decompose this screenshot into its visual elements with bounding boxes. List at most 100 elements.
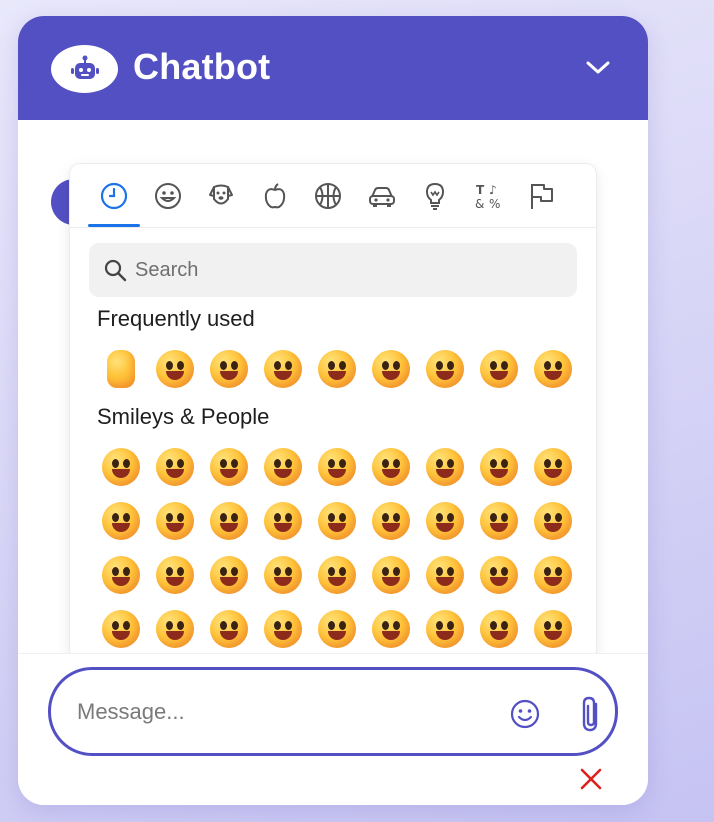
category-tab-food[interactable]: [255, 176, 295, 216]
kissing-face-icon: [102, 556, 140, 594]
emoji-search-input[interactable]: [135, 243, 565, 297]
face-peeking-eye-icon: [372, 610, 410, 648]
category-tab-activities[interactable]: [308, 176, 348, 216]
category-tab-travel[interactable]: [362, 176, 402, 216]
emoji-grinning-face-sweat[interactable]: [418, 342, 472, 396]
frequently-used-grid: [94, 342, 580, 396]
emoji-face-savoring-food[interactable]: [364, 548, 418, 602]
saluting-face-icon: [534, 610, 572, 648]
emoji-grinning-squinting-face[interactable]: [310, 342, 364, 396]
emoji-shushing-face[interactable]: [418, 602, 472, 656]
face-screaming-in-fear-icon: [534, 350, 572, 388]
emoji-category-bar: T ♪ & %: [70, 164, 596, 228]
thumbs-up-icon: [107, 350, 135, 388]
face-savoring-food-icon: [372, 556, 410, 594]
emoji-grinning-squinting-face[interactable]: [310, 440, 364, 494]
face-hand-over-mouth-icon: [264, 610, 302, 648]
emoji-thinking-face[interactable]: [472, 602, 526, 656]
slightly-smiling-face-icon: [534, 448, 572, 486]
category-tab-objects[interactable]: [415, 176, 455, 216]
emoji-smiling-face[interactable]: [148, 548, 202, 602]
emoji-toggle-button[interactable]: [509, 698, 541, 730]
search-icon: [104, 259, 127, 282]
smiling-face-smiling-eyes-icon: [264, 502, 302, 540]
collapse-button[interactable]: [580, 52, 616, 84]
car-icon: [369, 187, 395, 207]
basketball-icon: [315, 183, 341, 209]
smiling-face-heart-eyes-icon: [426, 502, 464, 540]
emoji-upside-down-face[interactable]: [94, 494, 148, 548]
emoji-smiling-face-hearts[interactable]: [364, 494, 418, 548]
emoji-thumbs-up[interactable]: [94, 342, 148, 396]
symbols-icon: T ♪ & %: [475, 183, 500, 211]
svg-text:♪: ♪: [489, 183, 497, 197]
grinning-face-big-eyes-icon: [156, 448, 194, 486]
smiley-icon: [510, 699, 540, 729]
emoji-smiling-face-open-hands[interactable]: [202, 602, 256, 656]
clock-icon: [100, 182, 128, 210]
smiling-face-icon: [156, 556, 194, 594]
emoji-grinning-face-smiling-eyes[interactable]: [202, 440, 256, 494]
emoji-smiling-face-smiling-eyes[interactable]: [256, 494, 310, 548]
emoji-smiling-face-heart-eyes[interactable]: [256, 342, 310, 396]
emoji-smiling-face-heart-eyes[interactable]: [418, 494, 472, 548]
emoji-face-hand-over-mouth[interactable]: [256, 602, 310, 656]
emoji-squinting-face-tongue[interactable]: [94, 602, 148, 656]
message-input[interactable]: [77, 692, 477, 732]
emoji-grinning-face-big-eyes[interactable]: [148, 440, 202, 494]
emoji-kissing-face-smiling-eyes[interactable]: [256, 548, 310, 602]
category-tab-flags[interactable]: [522, 176, 562, 216]
emoji-picker: T ♪ & % Frequently used: [70, 164, 596, 660]
emoji-beaming-face[interactable]: [256, 440, 310, 494]
winking-face-tongue-icon: [372, 350, 410, 388]
emoji-winking-face[interactable]: [202, 494, 256, 548]
emoji-face-open-eyes-hand-over-mouth[interactable]: [310, 602, 364, 656]
svg-text:T: T: [476, 183, 485, 197]
emoji-kissing-face[interactable]: [94, 548, 148, 602]
emoji-face-peeking-eye[interactable]: [364, 602, 418, 656]
money-mouth-face-icon: [156, 610, 194, 648]
message-box: [48, 667, 618, 756]
grinning-face-sweat-icon: [426, 350, 464, 388]
zany-face-icon: [534, 556, 572, 594]
emoji-zany-face[interactable]: [526, 548, 580, 602]
emoji-kissing-face-closed-eyes[interactable]: [202, 548, 256, 602]
emoji-face-with-tongue[interactable]: [418, 548, 472, 602]
emoji-winking-face-tongue[interactable]: [472, 548, 526, 602]
emoji-face-blowing-kiss[interactable]: [526, 494, 580, 548]
grinning-face-icon: [102, 448, 140, 486]
emoji-face-screaming-in-fear[interactable]: [526, 342, 580, 396]
winking-face-tongue-icon: [480, 556, 518, 594]
category-tab-symbols[interactable]: T ♪ & %: [469, 176, 509, 216]
category-tab-recent[interactable]: [94, 176, 134, 216]
category-tab-smileys[interactable]: [148, 176, 188, 216]
emoji-winking-face-tongue[interactable]: [364, 342, 418, 396]
apple-icon: [264, 183, 286, 209]
kissing-face-smiling-eyes-icon: [264, 556, 302, 594]
emoji-grinning-face[interactable]: [94, 440, 148, 494]
grinning-squinting-face-icon: [318, 350, 356, 388]
close-button[interactable]: [578, 766, 604, 792]
emoji-slightly-smiling-face[interactable]: [526, 440, 580, 494]
emoji-melting-face[interactable]: [148, 494, 202, 548]
emoji-star-struck[interactable]: [472, 494, 526, 548]
emoji-face-tears-of-joy[interactable]: [472, 342, 526, 396]
emoji-face-blowing-kiss[interactable]: [202, 342, 256, 396]
attach-file-button[interactable]: [578, 694, 604, 734]
emoji-rolling-on-floor-laughing[interactable]: [418, 440, 472, 494]
chat-title: Chatbot: [133, 46, 271, 87]
category-tab-animals[interactable]: [201, 176, 241, 216]
face-tears-of-joy-icon: [480, 448, 518, 486]
emoji-grinning-face-sweat[interactable]: [364, 440, 418, 494]
emoji-saluting-face[interactable]: [526, 602, 580, 656]
emoji-smiling-face-halo[interactable]: [310, 494, 364, 548]
emoji-grinning-face-big-eyes[interactable]: [148, 342, 202, 396]
paperclip-icon: [582, 696, 598, 732]
chatbot-window: Chatbot T ♪ & % Search Frequently used S…: [18, 16, 648, 805]
bot-logo: [51, 45, 118, 93]
emoji-face-tears-of-joy[interactable]: [472, 440, 526, 494]
emoji-smiling-face-tear[interactable]: [310, 548, 364, 602]
thinking-face-icon: [480, 610, 518, 648]
emoji-money-mouth-face[interactable]: [148, 602, 202, 656]
kissing-face-closed-eyes-icon: [210, 556, 248, 594]
